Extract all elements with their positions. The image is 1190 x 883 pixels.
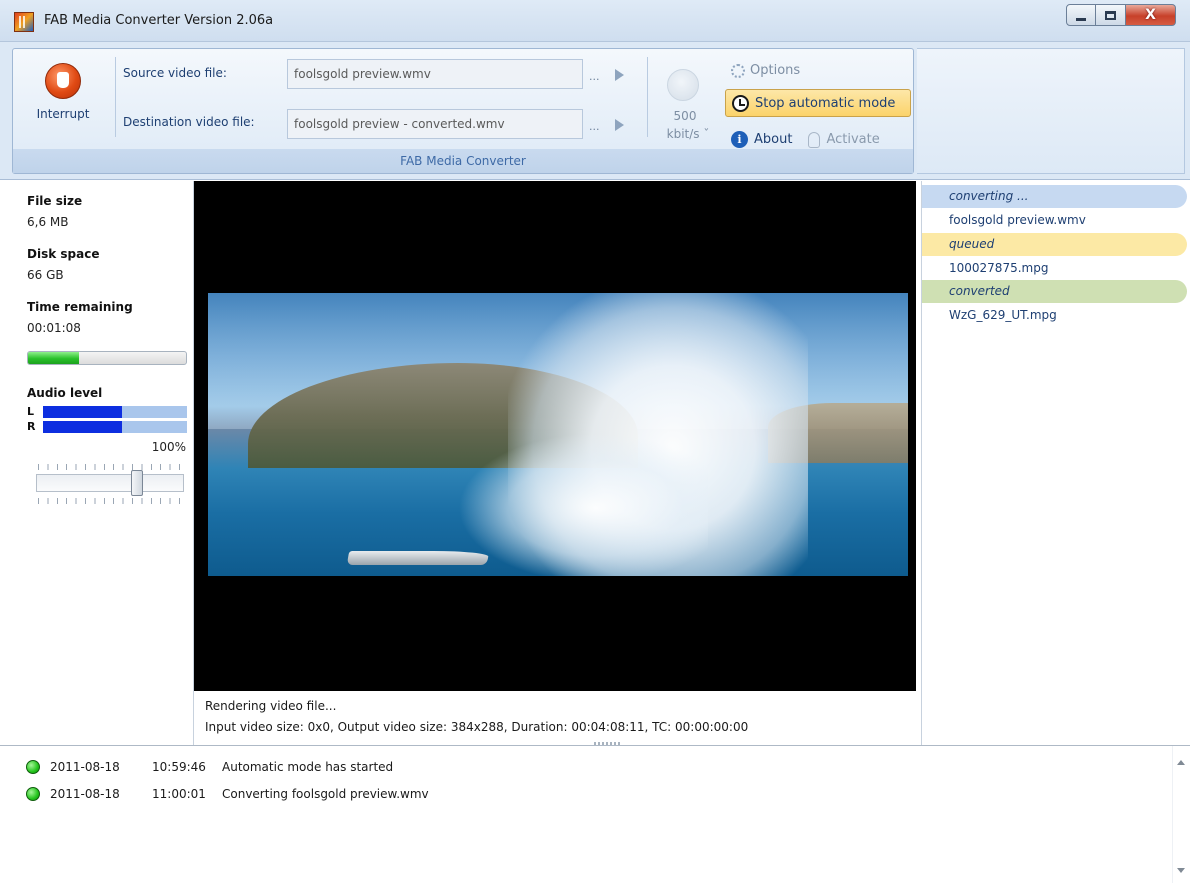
- log-message: Automatic mode has started: [222, 760, 394, 774]
- about-button[interactable]: About: [754, 132, 792, 147]
- water-splash: [458, 433, 708, 576]
- about-activate-row: i About Activate: [731, 131, 880, 148]
- status-line-2: Input video size: 0x0, Output video size…: [205, 720, 749, 734]
- log-panel: 2011-08-18 10:59:46 Automatic mode has s…: [0, 745, 1190, 883]
- scroll-down-icon[interactable]: [1177, 868, 1185, 873]
- minimize-icon: [1076, 17, 1086, 21]
- queue-panel: converting ... foolsgold preview.wmv que…: [921, 181, 1190, 745]
- volume-ticks-bottom: [38, 498, 180, 504]
- clock-icon: [732, 94, 749, 112]
- time-remaining-value: 00:01:08: [27, 321, 81, 335]
- queue-header-converted: converted: [922, 280, 1187, 303]
- bitrate-dial-icon: [667, 69, 699, 101]
- left-channel-label: L: [27, 405, 35, 418]
- stats-panel: File size 6,6 MB Disk space 66 GB Time r…: [0, 181, 194, 745]
- file-size-value: 6,6 MB: [27, 215, 69, 229]
- maximize-button[interactable]: [1096, 4, 1126, 26]
- render-status: Rendering video file... Input video size…: [194, 691, 916, 745]
- ribbon-empty-area: [917, 48, 1185, 174]
- gear-icon: [731, 63, 745, 78]
- source-play-icon[interactable]: [615, 69, 624, 81]
- app-icon: [14, 12, 34, 32]
- options-label: Options: [750, 63, 801, 78]
- volume-percent: 100%: [151, 440, 186, 454]
- log-date: 2011-08-18: [50, 787, 120, 801]
- queue-item-queued[interactable]: 100027875.mpg: [949, 261, 1048, 275]
- volume-slider-thumb[interactable]: [131, 470, 144, 496]
- status-line-1: Rendering video file...: [205, 699, 337, 713]
- log-scrollbar[interactable]: [1172, 746, 1190, 883]
- queue-item-converted[interactable]: WzG_629_UT.mpg: [949, 308, 1057, 322]
- info-icon[interactable]: i: [731, 131, 748, 148]
- right-audio-meter: [43, 421, 187, 433]
- log-message: Converting foolsgold preview.wmv: [222, 787, 429, 801]
- boat: [346, 551, 490, 565]
- interrupt-button[interactable]: Interrupt: [23, 59, 103, 141]
- window-controls: X: [1066, 4, 1176, 26]
- progress-fill: [28, 352, 79, 364]
- scroll-up-icon[interactable]: [1177, 760, 1185, 765]
- disk-space-value: 66 GB: [27, 268, 64, 282]
- video-frame: [208, 293, 908, 576]
- lightbulb-icon: [808, 131, 821, 148]
- ribbon-area: Interrupt Source video file: foolsgold p…: [0, 42, 1190, 180]
- bitrate-unit-dropdown[interactable]: kbit/s ˇ: [663, 127, 713, 141]
- video-preview: [194, 181, 916, 691]
- close-icon: X: [1145, 7, 1156, 23]
- status-ok-icon: [26, 787, 40, 801]
- left-audio-level: [43, 406, 123, 418]
- options-button[interactable]: Options: [731, 63, 800, 78]
- destination-browse-button[interactable]: ...: [589, 120, 600, 133]
- volume-ticks-top: [38, 464, 180, 470]
- bitrate-value[interactable]: 500: [665, 109, 705, 123]
- stop-hand-icon: [45, 63, 81, 99]
- ribbon-separator: [647, 57, 648, 137]
- queue-header-queued: queued: [922, 233, 1187, 256]
- source-file-field[interactable]: foolsgold preview.wmv: [287, 59, 583, 89]
- left-audio-meter: [43, 406, 187, 418]
- source-label: Source video file:: [123, 66, 227, 80]
- right-channel-label: R: [27, 420, 36, 433]
- time-remaining-label: Time remaining: [27, 300, 133, 314]
- destination-label: Destination video file:: [123, 115, 255, 129]
- right-audio-level: [43, 421, 123, 433]
- ribbon-group: Interrupt Source video file: foolsgold p…: [12, 48, 914, 174]
- volume-slider[interactable]: [36, 474, 184, 492]
- log-entry: 2011-08-18 11:00:01 Converting foolsgold…: [26, 787, 429, 801]
- destination-file-field[interactable]: foolsgold preview - converted.wmv: [287, 109, 583, 139]
- close-button[interactable]: X: [1126, 4, 1176, 26]
- queue-item-converting[interactable]: foolsgold preview.wmv: [949, 213, 1086, 227]
- file-size-label: File size: [27, 194, 83, 208]
- log-entry: 2011-08-18 10:59:46 Automatic mode has s…: [26, 760, 393, 774]
- destination-play-icon[interactable]: [615, 119, 624, 131]
- log-time: 10:59:46: [152, 760, 206, 774]
- log-date: 2011-08-18: [50, 760, 120, 774]
- ribbon-group-label: FAB Media Converter: [13, 149, 913, 173]
- status-ok-icon: [26, 760, 40, 774]
- conversion-progress-bar: [27, 351, 187, 365]
- window-title: FAB Media Converter Version 2.06a: [44, 13, 274, 28]
- disk-space-label: Disk space: [27, 247, 100, 261]
- stop-label: Stop automatic mode: [755, 95, 896, 111]
- audio-level-label: Audio level: [27, 386, 103, 400]
- ribbon-separator: [115, 57, 116, 137]
- stop-automatic-mode-button[interactable]: Stop automatic mode: [725, 89, 911, 117]
- queue-header-converting: converting ...: [922, 185, 1187, 208]
- source-browse-button[interactable]: ...: [589, 70, 600, 83]
- maximize-icon: [1105, 10, 1116, 20]
- log-time: 11:00:01: [152, 787, 206, 801]
- interrupt-label: Interrupt: [36, 107, 90, 121]
- minimize-button[interactable]: [1066, 4, 1096, 26]
- title-bar: FAB Media Converter Version 2.06a X: [0, 0, 1190, 42]
- activate-button[interactable]: Activate: [826, 132, 879, 147]
